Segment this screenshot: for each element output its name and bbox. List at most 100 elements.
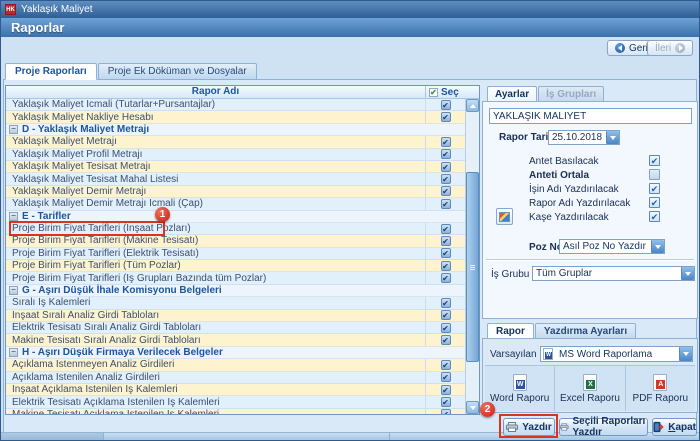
settings-checkbox[interactable]: [649, 183, 660, 194]
pozno-dropdown-icon[interactable]: [651, 240, 664, 253]
tab-is-gruplari: İş Grupları: [538, 86, 604, 102]
varsayilan-label: Varsayılan: [490, 349, 537, 360]
table-row[interactable]: Makine Tesisatı Sıralı Analiz Girdi Tabl…: [6, 334, 465, 346]
table-row[interactable]: Yaklaşık Maliyet İcmali (Tutarlar+Pursan…: [6, 99, 465, 111]
row-select-checkbox[interactable]: [441, 273, 451, 283]
row-select-checkbox[interactable]: [441, 137, 451, 147]
row-label: Açıklama İstenilen Analiz Girdileri: [6, 372, 425, 383]
row-select-checkbox[interactable]: [441, 149, 451, 159]
print-selected-button[interactable]: Seçili Raporları Yazdır: [559, 418, 648, 436]
row-select-cell: [425, 359, 465, 370]
table-row[interactable]: Elektrik Tesisatı Sıralı Analiz Girdi Ta…: [6, 322, 465, 334]
pdf-doc-button[interactable]: PDF Raporu: [625, 366, 695, 411]
scroll-up-icon[interactable]: [466, 99, 479, 112]
row-select-checkbox[interactable]: [441, 372, 451, 382]
row-select-checkbox[interactable]: [441, 298, 451, 308]
table-row[interactable]: Yaklaşık Maliyet Demir Metrajı İcmali (Ç…: [6, 198, 465, 210]
table-row[interactable]: Proje Birim Fiyat Tarifleri (Tüm Pozlar): [6, 260, 465, 272]
row-select-checkbox[interactable]: [441, 323, 451, 333]
row-select-checkbox[interactable]: [441, 385, 451, 395]
row-select-checkbox[interactable]: [441, 261, 451, 271]
column-header-sec[interactable]: ✔ Seç: [425, 86, 479, 98]
forward-button[interactable]: İleri: [647, 40, 693, 56]
row-select-cell: [425, 272, 465, 283]
row-select-checkbox[interactable]: [441, 310, 451, 320]
row-select-checkbox[interactable]: [441, 397, 451, 407]
table-row[interactable]: İnşaat Sıralı Analiz Girdi Tabloları: [6, 310, 465, 322]
row-select-cell: [425, 111, 465, 122]
table-row[interactable]: Yaklaşık Maliyet Tesisat Metrajı: [6, 161, 465, 173]
settings-checkbox[interactable]: [649, 197, 660, 208]
stamp-image-button[interactable]: [496, 208, 513, 225]
row-label: Açıklama İstenmeyen Analiz Girdileri: [6, 359, 425, 370]
table-group-row[interactable]: −G - Aşırı Düşük İhale Komisyonu Belgele…: [6, 285, 465, 297]
close-button[interactable]: Kapat: [652, 418, 697, 436]
select-all-checkbox[interactable]: ✔: [429, 88, 438, 97]
default-report-select[interactable]: MS Word Raporlama: [540, 346, 693, 362]
scrollbar-thumb[interactable]: [466, 172, 479, 362]
table-group-row[interactable]: −H - Aşırı Düşük Firmaya Verilecek Belge…: [6, 347, 465, 359]
collapse-icon[interactable]: −: [9, 125, 18, 134]
pozno-label: Poz No: [529, 242, 563, 253]
scroll-down-icon[interactable]: [466, 401, 479, 414]
report-table-rows: Yaklaşık Maliyet İcmali (Tutarlar+Pursan…: [6, 99, 465, 414]
date-dropdown-icon[interactable]: [606, 131, 619, 144]
column-header-rapor-adi[interactable]: Rapor Adı: [6, 86, 425, 98]
row-label: Yaklaşık Maliyet Nakliye Hesabı: [6, 112, 425, 123]
annotation-highlight-row: [9, 221, 165, 236]
row-select-checkbox[interactable]: [441, 174, 451, 184]
word-doc-button[interactable]: Word Raporu: [485, 366, 554, 411]
settings-checkbox[interactable]: [649, 169, 660, 180]
row-select-checkbox[interactable]: [441, 335, 451, 345]
settings-checkbox[interactable]: [649, 211, 660, 222]
table-row[interactable]: Yaklaşık Maliyet Metrajı: [6, 136, 465, 148]
excel-doc-button[interactable]: Excel Raporu: [554, 366, 624, 411]
table-row[interactable]: Proje Birim Fiyat Tarifleri (Makine Tesi…: [6, 235, 465, 247]
table-row[interactable]: Makine Tesisatı Açıklama İstenilen İş Ka…: [6, 409, 465, 414]
report-title-input[interactable]: [489, 108, 692, 124]
table-row[interactable]: İnşaat Açıklama İstenilen İş Kalemleri: [6, 384, 465, 396]
row-label: Yaklaşık Maliyet Tesisat Mahal Listesi: [6, 174, 425, 185]
row-select-checkbox[interactable]: [441, 236, 451, 246]
row-select-checkbox[interactable]: [441, 186, 451, 196]
row-select-checkbox[interactable]: [441, 162, 451, 172]
default-report-value: MS Word Raporlama: [556, 349, 679, 360]
default-report-dropdown-icon[interactable]: [679, 347, 692, 361]
table-row[interactable]: Yaklaşık Maliyet Tesisat Mahal Listesi: [6, 173, 465, 185]
row-select-checkbox[interactable]: [441, 248, 451, 258]
isgrubu-select[interactable]: Tüm Gruplar: [532, 266, 695, 281]
collapse-icon[interactable]: −: [9, 212, 18, 221]
pozno-select[interactable]: Asıl Poz No Yazdır: [559, 239, 665, 254]
row-select-checkbox[interactable]: [441, 199, 451, 209]
table-row[interactable]: Yaklaşık Maliyet Demir Metrajı: [6, 186, 465, 198]
table-row[interactable]: Açıklama İstenilen Analiz Girdileri: [6, 372, 465, 384]
date-picker[interactable]: 25.10.2018: [548, 130, 620, 145]
isgrubu-value: Tüm Gruplar: [533, 268, 681, 279]
table-row[interactable]: Açıklama İstenmeyen Analiz Girdileri: [6, 359, 465, 371]
collapse-icon[interactable]: −: [9, 286, 18, 295]
table-row[interactable]: Proje Birim Fiyat Tarifleri (Elektrik Te…: [6, 248, 465, 260]
table-row[interactable]: Yaklaşık Maliyet Nakliye Hesabı: [6, 111, 465, 123]
isgrubu-dropdown-icon[interactable]: [681, 267, 694, 280]
row-select-checkbox[interactable]: [441, 409, 451, 414]
settings-check-row: Rapor Adı Yazdırılacak: [483, 197, 697, 210]
table-row[interactable]: Elektrik Tesisatı Açıklama İstenilen İş …: [6, 396, 465, 408]
vertical-scrollbar[interactable]: [465, 99, 479, 414]
tab-rapor[interactable]: Rapor: [487, 323, 534, 339]
settings-checkbox[interactable]: [649, 155, 660, 166]
row-select-checkbox[interactable]: [441, 100, 451, 110]
table-group-row[interactable]: −D - Yaklaşık Maliyet Metrajı: [6, 124, 465, 136]
row-select-checkbox[interactable]: [441, 360, 451, 370]
tab-proje-raporlari[interactable]: Proje Raporları: [5, 63, 97, 80]
table-row[interactable]: Proje Birim Fiyat Tarifleri (İş Grupları…: [6, 272, 465, 284]
collapse-icon[interactable]: −: [9, 348, 18, 357]
row-select-checkbox[interactable]: [441, 224, 451, 234]
tab-yazdirma-ayarlari[interactable]: Yazdırma Ayarları: [535, 323, 636, 339]
close-label: Kapat: [668, 422, 696, 433]
tab-ayarlar[interactable]: Ayarlar: [487, 86, 537, 102]
table-row[interactable]: Sıralı İş Kalemleri: [6, 297, 465, 309]
row-select-checkbox[interactable]: [441, 112, 451, 122]
tab-proje-ek-dokuman[interactable]: Proje Ek Döküman ve Dosyalar: [98, 63, 257, 80]
table-row[interactable]: Yaklaşık Maliyet Profil Metrajı: [6, 149, 465, 161]
report-tab-strip: Rapor Yazdırma Ayarları: [487, 323, 636, 339]
